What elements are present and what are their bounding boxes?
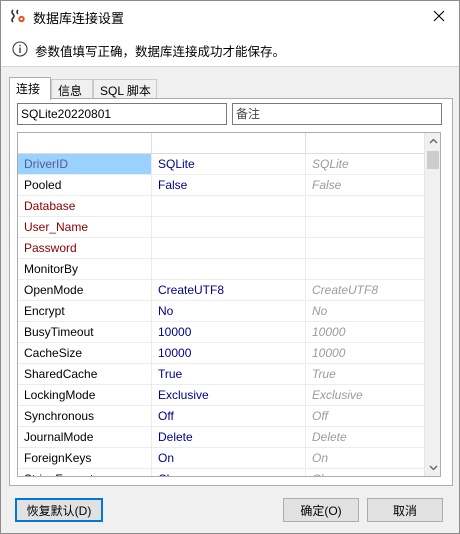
chevron-down-icon (429, 465, 437, 471)
connection-name-input[interactable] (17, 103, 227, 125)
parameter-name-cell: Synchronous (18, 406, 152, 426)
grid-row[interactable]: Database (18, 196, 425, 217)
parameter-default-cell: Exclusive (312, 388, 363, 402)
cancel-button[interactable]: 取消 (367, 498, 443, 522)
parameter-name-cell: StringFormat (18, 469, 152, 476)
parameter-default-cell: No (312, 304, 328, 318)
ok-button[interactable]: 确定(O) (283, 498, 359, 522)
header-value-column[interactable] (152, 133, 306, 154)
header-default-column[interactable] (306, 133, 425, 154)
grid-row[interactable]: Encrypt No No (18, 301, 425, 322)
window-title: 数据库连接设置 (33, 11, 125, 26)
parameter-value-cell[interactable] (152, 217, 306, 237)
grid-row[interactable]: JournalMode Delete Delete (18, 427, 425, 448)
parameter-value-cell[interactable]: CreateUTF8 (152, 280, 306, 300)
parameter-name-cell: DriverID (18, 154, 152, 174)
grid-row[interactable]: MonitorBy (18, 259, 425, 280)
parameter-name-cell: Password (18, 238, 152, 258)
tab-info[interactable]: 信息 (51, 79, 93, 99)
grid-header (18, 133, 425, 154)
parameter-default-cell (306, 238, 425, 258)
close-icon (433, 10, 445, 22)
chevron-up-icon (429, 138, 437, 144)
parameter-default-cell: 10000 (312, 346, 346, 360)
parameter-default-cell (306, 259, 425, 279)
parameter-default-cell: CreateUTF8 (312, 283, 379, 297)
parameter-default-cell: SQLite (312, 157, 349, 171)
parameter-value-cell[interactable]: Delete (152, 427, 306, 447)
parameter-name-cell: Database (18, 196, 152, 216)
grid-row[interactable]: OpenMode CreateUTF8 CreateUTF8 (18, 280, 425, 301)
grid-row[interactable]: Synchronous Off Off (18, 406, 425, 427)
restore-default-button[interactable]: 恢复默认(D) (15, 498, 103, 522)
info-icon (12, 41, 28, 57)
parameter-default-cell: On (312, 451, 329, 465)
parameter-name-cell: Pooled (18, 175, 152, 195)
parameter-default-cell (306, 217, 425, 237)
grid-rows: DriverID SQLite SQLite Pooled False False Data… (18, 154, 425, 476)
close-button[interactable] (419, 1, 459, 31)
parameter-name-cell: ForeignKeys (18, 448, 152, 468)
parameter-value-cell[interactable]: No (152, 301, 306, 321)
grid-vertical-scrollbar[interactable] (424, 133, 440, 476)
parameter-value-cell[interactable]: On (152, 448, 306, 468)
parameter-value-cell[interactable]: 10000 (152, 343, 306, 363)
grid-row[interactable]: User_Name (18, 217, 425, 238)
parameter-name-cell: User_Name (18, 217, 152, 237)
parameter-default-cell: False (312, 178, 342, 192)
parameter-name-cell: LockingMode (18, 385, 152, 405)
grid-row[interactable]: StringFormatChooseChoose (18, 469, 425, 476)
grid-row[interactable]: LockingMode Exclusive Exclusive (18, 385, 425, 406)
parameter-value-cell[interactable]: True (152, 364, 306, 384)
parameter-default-cell: Delete (312, 430, 347, 444)
info-message: 参数值填写正确，数据库连接成功才能保存。 (35, 45, 286, 59)
tab-sql-script[interactable]: SQL 脚本 (93, 79, 157, 99)
grid-row[interactable]: CacheSize 10000 10000 (18, 343, 425, 364)
parameter-name-cell: CacheSize (18, 343, 152, 363)
parameter-value-cell[interactable]: Off (152, 406, 306, 426)
parameter-default-cell: 10000 (312, 325, 346, 339)
parameter-value-cell[interactable] (152, 238, 306, 258)
parameter-grid: DriverID SQLite SQLite Pooled False False Data… (17, 132, 441, 477)
grid-row[interactable]: Pooled False False (18, 175, 425, 196)
grid-row[interactable]: SharedCache True True (18, 364, 425, 385)
title-bar[interactable]: 数据库连接设置 (1, 1, 459, 31)
scroll-thumb[interactable] (427, 151, 439, 169)
parameter-value-cell[interactable]: Exclusive (152, 385, 306, 405)
parameter-value-cell[interactable] (152, 196, 306, 216)
parameter-default-cell: True (312, 367, 336, 381)
database-settings-icon (11, 9, 25, 23)
scroll-down-button[interactable] (425, 460, 440, 476)
parameter-name-cell: MonitorBy (18, 259, 152, 279)
header-parameter-column[interactable] (18, 133, 152, 154)
connection-settings-dialog: 数据库连接设置 参数值填写正确，数据库连接成功才能保存。 连接 信息 SQL 脚… (0, 0, 460, 534)
parameter-name-cell: OpenMode (18, 280, 152, 300)
grid-row[interactable]: Password (18, 238, 425, 259)
scroll-up-button[interactable] (425, 133, 440, 149)
parameter-default-cell: Off (312, 409, 329, 423)
info-bar: 参数值填写正确，数据库连接成功才能保存。 (1, 31, 459, 67)
parameter-value-cell[interactable]: 10000 (152, 322, 306, 342)
grid-row[interactable]: DriverID SQLite SQLite (18, 154, 425, 175)
parameter-value-cell[interactable]: Choose (152, 469, 306, 476)
parameter-name-cell: Encrypt (18, 301, 152, 321)
parameter-name-cell: BusyTimeout (18, 322, 152, 342)
parameter-value-cell[interactable]: False (152, 175, 306, 195)
grid-row[interactable]: ForeignKeys On On (18, 448, 425, 469)
remark-input[interactable] (232, 103, 442, 125)
tab-connection[interactable]: 连接 (9, 77, 51, 100)
parameter-default-cell: Choose (306, 469, 425, 476)
parameter-value-cell[interactable] (152, 259, 306, 279)
parameter-name-cell: JournalMode (18, 427, 152, 447)
parameter-value-cell[interactable]: SQLite (152, 154, 306, 174)
grid-row[interactable]: BusyTimeout 10000 10000 (18, 322, 425, 343)
parameter-default-cell (306, 196, 425, 216)
parameter-name-cell: SharedCache (18, 364, 152, 384)
